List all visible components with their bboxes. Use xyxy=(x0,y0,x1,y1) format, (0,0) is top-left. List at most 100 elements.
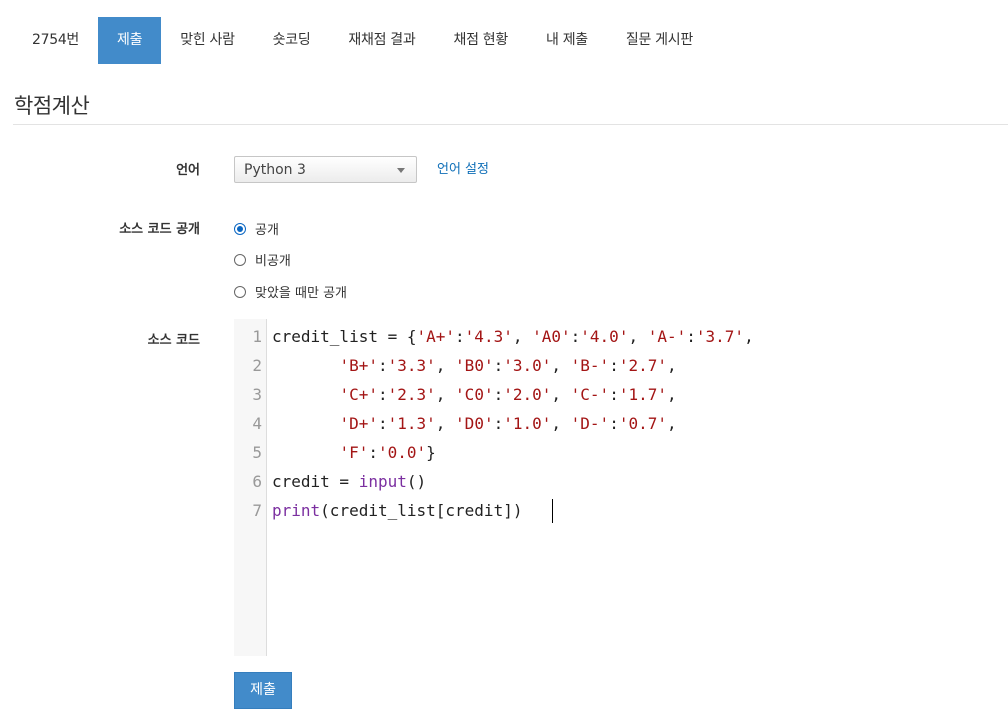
code-token: 'A-' xyxy=(647,327,687,346)
visibility-option-public[interactable]: 공개 xyxy=(234,219,279,238)
code-token: '0.0' xyxy=(377,443,427,462)
code-token: : xyxy=(493,414,504,433)
code-text: 'F':'0.0'} xyxy=(272,438,436,467)
code-token: '1.7' xyxy=(618,385,667,404)
code-token: '2.7' xyxy=(618,356,667,375)
page-title: 학점계산 xyxy=(14,94,90,118)
language-settings-link[interactable]: 언어 설정 xyxy=(437,158,489,177)
tab-rejudge-results[interactable]: 재채점 결과 xyxy=(329,17,434,64)
code-token: 'F' xyxy=(339,443,369,462)
tab-problem[interactable]: 2754번 xyxy=(13,17,98,64)
code-token: 'D0' xyxy=(455,414,494,433)
code-token: : xyxy=(686,327,696,346)
line-number: 3 xyxy=(252,385,262,404)
code-token: 'A+' xyxy=(416,327,456,346)
visibility-option-label: 맞았을 때만 공개 xyxy=(255,286,347,301)
code-token: (credit_list[credit]) xyxy=(320,501,523,520)
code-token: , xyxy=(512,327,533,346)
code-text: 'B+':'3.3', 'B0':'3.0', 'B-':'2.7', xyxy=(272,351,677,380)
code-token: '4.0' xyxy=(580,327,629,346)
code-token: '0.7' xyxy=(618,414,667,433)
code-token: , xyxy=(551,385,571,404)
visibility-option-private[interactable]: 비공개 xyxy=(234,250,291,269)
visibility-option-accepted-only[interactable]: 맞았을 때만 공개 xyxy=(234,282,347,301)
code-token: : xyxy=(377,385,388,404)
text-cursor xyxy=(552,499,553,523)
code-token: : xyxy=(377,356,388,375)
code-token: , xyxy=(667,356,677,375)
visibility-option-label: 공개 xyxy=(255,223,279,238)
code-token: 'C0' xyxy=(455,385,494,404)
line-number: 4 xyxy=(252,414,262,433)
code-token: : xyxy=(493,356,504,375)
visibility-label: 소스 코드 공개 xyxy=(119,222,200,237)
line-number: 1 xyxy=(252,327,262,346)
code-token: 'C-' xyxy=(570,385,610,404)
line-number: 6 xyxy=(252,472,262,491)
code-token: '1.3' xyxy=(387,414,436,433)
code-token: '3.3' xyxy=(387,356,436,375)
code-token: 'B+' xyxy=(339,356,378,375)
tab-my-submissions[interactable]: 내 제출 xyxy=(527,17,607,64)
code-token: credit = xyxy=(272,472,359,491)
code-token: '3.0' xyxy=(503,356,552,375)
code-token: '2.0' xyxy=(503,385,552,404)
code-token: , xyxy=(551,414,571,433)
language-label: 언어 xyxy=(176,163,200,178)
code-token: 'A0' xyxy=(532,327,571,346)
code-token: , xyxy=(435,414,456,433)
code-token: , xyxy=(667,414,677,433)
tab-qna-board[interactable]: 질문 게시판 xyxy=(607,17,712,64)
code-token: '3.7' xyxy=(695,327,745,346)
code-text: print(credit_list[credit]) xyxy=(272,496,522,525)
code-editor[interactable]: 1 credit_list = {'A+':'4.3', 'A0':'4.0', … xyxy=(234,319,1008,656)
code-token: , xyxy=(435,356,456,375)
line-number: 2 xyxy=(252,356,262,375)
code-token: : xyxy=(609,385,619,404)
code-token: , xyxy=(435,385,456,404)
code-token: () xyxy=(406,472,427,491)
tab-short-coding[interactable]: 숏코딩 xyxy=(254,17,330,64)
code-token: : xyxy=(609,414,619,433)
code-token: input xyxy=(358,472,407,491)
code-text: 'C+':'2.3', 'C0':'2.0', 'C-':'1.7', xyxy=(272,380,677,409)
visibility-option-label: 비공개 xyxy=(255,254,291,269)
problem-tabs: 2754번 제출 맞힌 사람 숏코딩 재채점 결과 채점 현황 내 제출 질문 … xyxy=(13,17,712,64)
language-select[interactable]: Python 3 xyxy=(234,156,417,183)
tab-submit[interactable]: 제출 xyxy=(98,17,162,64)
code-token: credit_list = { xyxy=(272,327,417,346)
tab-solved-users[interactable]: 맞힌 사람 xyxy=(161,17,253,64)
line-number: 7 xyxy=(252,501,262,520)
radio-button[interactable] xyxy=(234,222,246,235)
code-token: 'D-' xyxy=(570,414,610,433)
code-token: 'D+' xyxy=(339,414,378,433)
code-token: 'B0' xyxy=(455,356,494,375)
code-token: : xyxy=(377,414,388,433)
radio-button[interactable] xyxy=(234,285,246,298)
title-divider xyxy=(13,124,1008,125)
code-token: print xyxy=(272,501,321,520)
code-token: } xyxy=(426,443,436,462)
code-token: : xyxy=(570,327,581,346)
submit-button[interactable]: 제출 xyxy=(234,672,292,709)
code-token: '1.0' xyxy=(503,414,552,433)
code-token: , xyxy=(667,385,677,404)
code-token: : xyxy=(368,443,378,462)
radio-button[interactable] xyxy=(234,253,246,266)
line-number: 5 xyxy=(252,443,262,462)
code-token: , xyxy=(628,327,648,346)
code-token: : xyxy=(609,356,619,375)
code-token: : xyxy=(493,385,504,404)
code-text: credit_list = {'A+':'4.3', 'A0':'4.0', '… xyxy=(272,322,754,351)
code-token: '2.3' xyxy=(387,385,436,404)
code-token: , xyxy=(551,356,571,375)
code-token: 'C+' xyxy=(339,385,378,404)
code-token: : xyxy=(455,327,465,346)
tab-judge-status[interactable]: 채점 현황 xyxy=(434,17,526,64)
code-token: , xyxy=(744,327,754,346)
code-text: 'D+':'1.3', 'D0':'1.0', 'D-':'0.7', xyxy=(272,409,677,438)
